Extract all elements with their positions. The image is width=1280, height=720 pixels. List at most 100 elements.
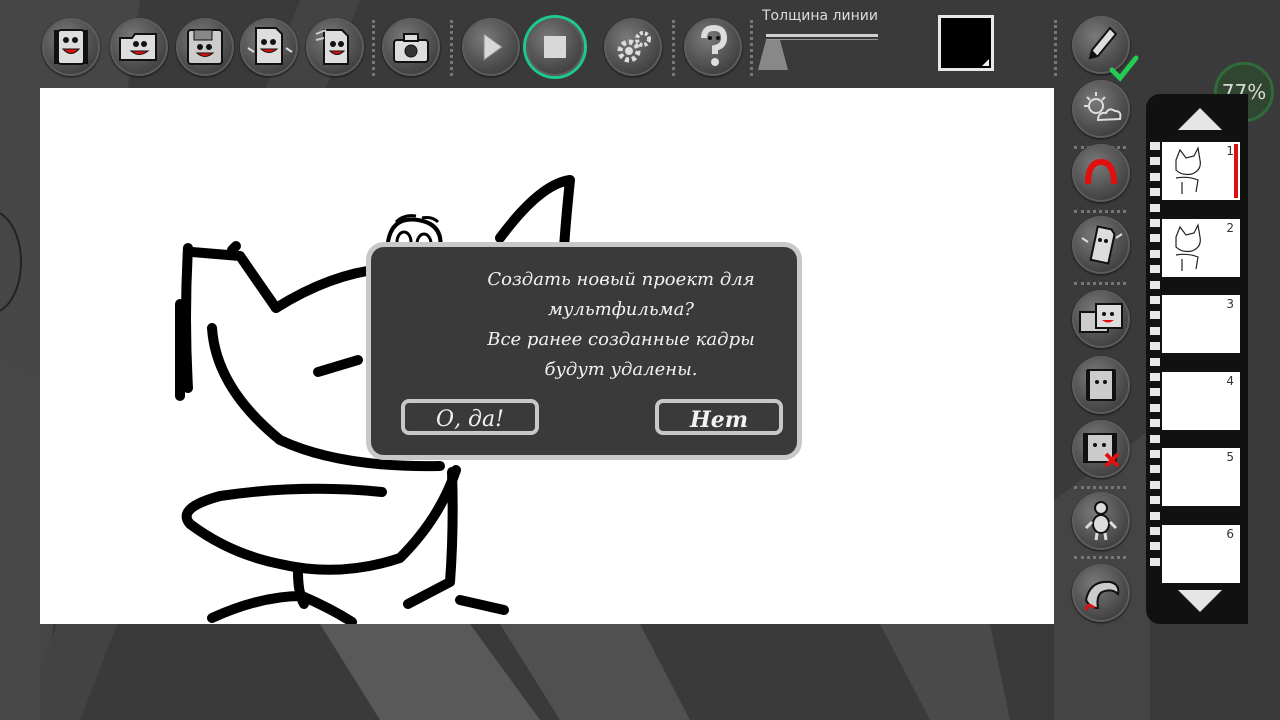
film-perforation bbox=[1150, 450, 1160, 458]
page-face-lines-icon bbox=[315, 29, 349, 65]
film-perforation bbox=[1150, 188, 1160, 197]
film-perforation bbox=[1150, 557, 1160, 566]
film-perforation bbox=[1150, 342, 1160, 351]
dolphin-icon bbox=[1084, 580, 1120, 611]
filmstrip-frame[interactable]: 6 bbox=[1162, 524, 1240, 583]
film-perforation bbox=[1150, 326, 1160, 335]
film-double-icon bbox=[1079, 303, 1123, 333]
film-icon bbox=[1086, 369, 1116, 401]
help-button[interactable] bbox=[684, 18, 742, 76]
film-perforation bbox=[1150, 172, 1160, 181]
sun-cloud-icon bbox=[1084, 92, 1122, 122]
play-button[interactable] bbox=[462, 18, 520, 76]
add-frame-button[interactable] bbox=[1072, 216, 1130, 274]
folder-face-icon bbox=[119, 33, 157, 61]
confirm-yes-button[interactable]: О, да! bbox=[401, 399, 539, 435]
film-perforation bbox=[1150, 419, 1160, 428]
tools-separator bbox=[1074, 282, 1126, 285]
filmstrip-scroll-down-icon[interactable] bbox=[1178, 590, 1222, 612]
film-perforation bbox=[1150, 296, 1160, 304]
active-frame-marker bbox=[1234, 144, 1238, 198]
frame-number: 6 bbox=[1226, 526, 1234, 541]
character-button[interactable] bbox=[1072, 492, 1130, 550]
save-button[interactable] bbox=[176, 18, 234, 76]
open-button[interactable] bbox=[110, 18, 168, 76]
toolbar-separator bbox=[450, 20, 456, 76]
filmstrip-frame[interactable]: 2 bbox=[1162, 218, 1240, 277]
page-face-icon bbox=[1081, 225, 1123, 265]
insert-frame-button[interactable] bbox=[1072, 356, 1130, 414]
export-button[interactable] bbox=[306, 18, 364, 76]
film-face-icon bbox=[54, 29, 88, 65]
new-project-dialog: Создать новый проект для мультфильма? Вс… bbox=[366, 242, 802, 460]
film-perforation bbox=[1150, 511, 1160, 520]
film-perforation bbox=[1150, 280, 1160, 289]
question-mascot-icon bbox=[701, 24, 728, 66]
stop-button[interactable] bbox=[526, 18, 584, 76]
film-perforation bbox=[1150, 203, 1160, 212]
gears-icon bbox=[617, 31, 651, 63]
toolbar-separator bbox=[750, 20, 756, 76]
frame-number: 4 bbox=[1226, 373, 1234, 388]
film-perforation bbox=[1150, 219, 1160, 227]
play-icon bbox=[483, 33, 503, 61]
film-perforation bbox=[1150, 496, 1160, 505]
film-perforation bbox=[1150, 311, 1160, 320]
filmstrip-frame[interactable]: 4 bbox=[1162, 371, 1240, 430]
toolbar-separator bbox=[1054, 20, 1060, 76]
frame-number: 3 bbox=[1226, 297, 1234, 311]
film-perforation bbox=[1150, 249, 1160, 258]
film-perforation bbox=[1150, 403, 1160, 412]
save-as-button[interactable] bbox=[240, 18, 298, 76]
stop-icon bbox=[544, 36, 566, 58]
dialog-message-line: мультфильма? bbox=[548, 299, 694, 320]
film-perforation bbox=[1150, 434, 1160, 443]
frame-number: 5 bbox=[1226, 450, 1234, 464]
film-perforation bbox=[1150, 357, 1160, 366]
confirm-no-button[interactable]: Нет bbox=[655, 399, 783, 435]
copy-frame-button[interactable] bbox=[1072, 290, 1130, 348]
filmstrip-frame[interactable]: 3 bbox=[1162, 295, 1240, 353]
dolphin-button[interactable] bbox=[1072, 564, 1130, 622]
dialog-message-line: Все ранее созданные кадры bbox=[487, 329, 755, 350]
dialog-message-line: будут удалены. bbox=[544, 359, 698, 380]
film-perforation bbox=[1150, 234, 1160, 243]
tools-separator bbox=[1074, 210, 1126, 213]
filmstrip-frame[interactable]: 5 bbox=[1162, 448, 1240, 506]
undo-button[interactable] bbox=[1072, 144, 1130, 202]
film-perforation bbox=[1150, 527, 1160, 535]
tools-separator bbox=[1074, 486, 1126, 489]
settings-button[interactable] bbox=[604, 18, 662, 76]
snapshot-button[interactable] bbox=[382, 18, 440, 76]
film-perforation bbox=[1150, 265, 1160, 274]
filmstrip-panel: 1 2 3 4 5 6 bbox=[1146, 94, 1248, 624]
film-perforation bbox=[1150, 157, 1160, 166]
frame-thumbnail bbox=[1175, 146, 1201, 194]
film-perforation bbox=[1150, 373, 1160, 381]
film-perforation bbox=[1150, 388, 1160, 397]
slider-track bbox=[766, 34, 878, 37]
tools-separator bbox=[1074, 556, 1126, 559]
floppy-face-icon bbox=[187, 29, 223, 65]
slider-thumb[interactable] bbox=[758, 38, 798, 72]
frame-thumbnail bbox=[1175, 222, 1201, 271]
line-thickness-label: Толщина линии bbox=[762, 8, 878, 24]
color-picker-swatch[interactable] bbox=[938, 15, 994, 71]
page-face-icon bbox=[247, 27, 293, 65]
filmstrip-frame[interactable]: 1 bbox=[1162, 142, 1240, 200]
film-delete-icon bbox=[1083, 433, 1120, 468]
line-thickness-slider[interactable] bbox=[758, 34, 878, 70]
dialog-message: Создать новый проект для мультфильма? Вс… bbox=[451, 265, 791, 385]
filmstrip-scroll-up-icon[interactable] bbox=[1178, 108, 1222, 130]
undo-arc-icon bbox=[1084, 158, 1117, 185]
film-perforation bbox=[1150, 142, 1160, 150]
film-perforation bbox=[1150, 480, 1160, 489]
film-perforation bbox=[1150, 542, 1160, 551]
new-project-button[interactable] bbox=[42, 18, 100, 76]
background-tool-button[interactable] bbox=[1072, 80, 1130, 138]
delete-frame-button[interactable] bbox=[1072, 420, 1130, 478]
figure-icon bbox=[1084, 501, 1118, 541]
toolbar-separator bbox=[372, 20, 378, 76]
swatch-corner-marker bbox=[982, 59, 989, 66]
dialog-message-line: Создать новый проект для bbox=[487, 269, 755, 290]
